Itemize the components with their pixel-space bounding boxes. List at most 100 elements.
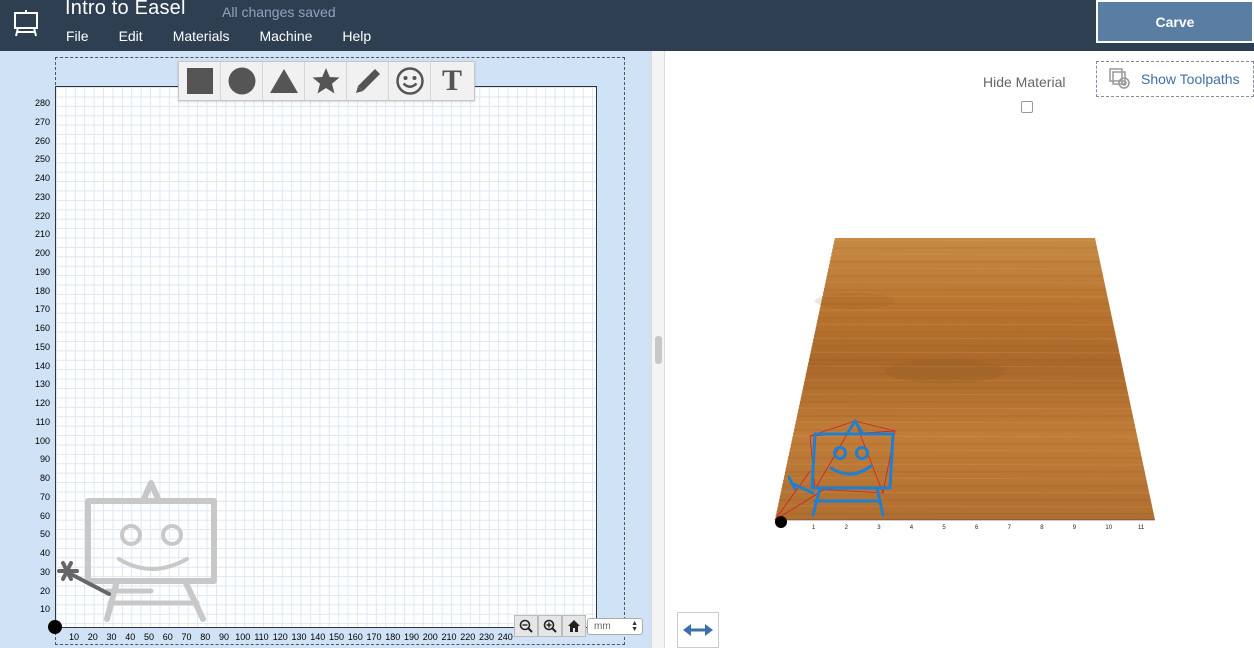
toolpaths-icon	[1109, 68, 1130, 89]
x-tick-label: 120	[272, 632, 288, 642]
y-tick-label: 100	[34, 435, 50, 446]
x-tick-label: 70	[181, 632, 192, 642]
preview-x-tick-label: 3	[877, 525, 881, 531]
zoom-out-button[interactable]	[514, 615, 538, 637]
x-tick-label: 60	[162, 632, 173, 642]
app-header: Intro to Easel All changes saved File Ed…	[0, 0, 1254, 51]
y-tick-label: 170	[34, 304, 50, 315]
y-tick-label: 120	[34, 398, 50, 408]
preview-x-tick-label: 1	[812, 525, 816, 531]
y-tick-label: 60	[39, 510, 50, 521]
pencil-tool-button[interactable]	[347, 62, 389, 100]
select-arrows-icon: ▲ ▼	[631, 620, 638, 633]
panel-splitter[interactable]	[651, 51, 665, 648]
x-tick-label: 30	[106, 632, 117, 642]
x-tick-label: 190	[403, 632, 420, 642]
x-tick-label: 20	[87, 632, 98, 642]
menu-materials[interactable]: Materials	[173, 28, 230, 44]
menu-file[interactable]: File	[66, 28, 89, 44]
x-tick-label: 220	[460, 632, 476, 642]
project-title[interactable]: Intro to Easel	[65, 0, 186, 20]
carve-button[interactable]: Carve	[1096, 0, 1254, 43]
y-tick-label: 190	[34, 266, 50, 277]
design-panel: 280 270 260 250 240 230 220 210 200 190 180 170 160 1…	[0, 51, 651, 648]
star-icon	[312, 68, 339, 94]
horizontal-arrows-icon	[683, 624, 713, 636]
y-tick-label: 10	[39, 604, 50, 615]
menu-help[interactable]: Help	[342, 28, 371, 44]
save-status: All changes saved	[222, 4, 336, 20]
home-view-button[interactable]	[562, 615, 586, 637]
preview-x-tick-label: 2	[845, 525, 849, 531]
3d-preview-viewport[interactable]: 1 2 3 4 5 6 7 8 9 10 11	[765, 231, 1165, 541]
star-tool-button[interactable]	[305, 62, 347, 100]
show-toolpaths-label: Show Toolpaths	[1141, 71, 1240, 87]
hide-material-checkbox[interactable]	[1021, 101, 1033, 113]
y-tick-label: 20	[39, 585, 50, 596]
y-tick-label: 220	[34, 210, 50, 221]
zoom-in-icon	[543, 619, 557, 633]
splitter-handle[interactable]	[655, 336, 662, 364]
hide-material-label: Hide Material	[983, 74, 1066, 90]
preview-panel: Hide Material Show Toolpaths 1 2 3 4 5 6…	[665, 51, 1254, 648]
x-tick-label: 90	[218, 632, 230, 642]
circle-tool-button[interactable]	[221, 62, 263, 100]
text-icon: T	[441, 64, 462, 97]
zoom-out-icon	[519, 619, 533, 633]
x-tick-label: 100	[235, 632, 251, 642]
y-tick-label: 110	[35, 416, 50, 427]
x-tick-label: 240	[497, 632, 513, 642]
x-tick-label: 150	[328, 632, 345, 642]
menu-bar: File Edit Materials Machine Help	[66, 28, 401, 44]
y-tick-label: 270	[34, 116, 50, 127]
x-tick-label: 180	[385, 632, 401, 642]
x-tick-label: 140	[310, 632, 326, 642]
menu-edit[interactable]: Edit	[119, 28, 143, 44]
y-tick-label: 250	[34, 154, 50, 165]
triangle-tool-button[interactable]	[263, 62, 305, 100]
zoom-controls	[514, 615, 586, 637]
x-tick-label: 130	[291, 632, 307, 642]
square-tool-button[interactable]	[179, 62, 221, 100]
easel-logo-icon[interactable]	[12, 9, 40, 37]
x-tick-label: 40	[125, 632, 136, 642]
square-icon	[186, 68, 213, 94]
triangle-icon	[269, 69, 298, 93]
circle-icon	[228, 67, 255, 95]
x-tick-label: 160	[347, 632, 363, 642]
preview-x-tick-label: 11	[1138, 525, 1145, 531]
y-axis-labels: 280 270 260 250 240 230 220 210 200 190 180 170 160 1…	[0, 98, 54, 642]
zoom-in-button[interactable]	[538, 615, 562, 637]
menu-machine[interactable]: Machine	[259, 28, 312, 44]
units-select[interactable]: mm ▲ ▼	[587, 618, 643, 635]
x-tick-label: 80	[200, 632, 211, 642]
preview-origin-marker	[775, 516, 787, 528]
y-tick-label: 200	[34, 248, 50, 258]
units-value: mm	[594, 621, 611, 632]
y-tick-label: 130	[34, 379, 50, 390]
y-tick-label: 210	[34, 229, 50, 240]
x-tick-label: 10	[68, 632, 80, 642]
preview-x-tick-label: 10	[1105, 525, 1112, 531]
x-tick-label: 210	[441, 632, 457, 642]
wood-material	[775, 238, 1155, 520]
y-tick-label: 240	[34, 173, 50, 183]
preview-x-tick-label: 9	[1073, 525, 1077, 531]
y-tick-label: 90	[39, 454, 50, 465]
y-tick-label: 260	[34, 135, 50, 146]
preview-x-tick-label: 4	[910, 525, 914, 531]
smiley-tool-button[interactable]	[389, 62, 431, 100]
y-tick-label: 50	[39, 529, 50, 540]
pan-toggle-button[interactable]	[677, 612, 719, 648]
preview-x-tick-label: 7	[1008, 525, 1012, 531]
smiley-icon	[395, 67, 424, 95]
x-tick-label: 170	[366, 632, 382, 642]
text-tool-button[interactable]: T	[431, 62, 473, 100]
show-toolpaths-button[interactable]: Show Toolpaths	[1096, 61, 1254, 97]
y-tick-label: 80	[39, 473, 50, 483]
y-tick-label: 180	[34, 285, 50, 296]
easel-mascot-drawing[interactable]	[55, 479, 225, 629]
y-tick-label: 280	[34, 98, 50, 108]
preview-x-axis-labels: 1 2 3 4 5 6 7 8 9 10 11	[812, 525, 1145, 531]
x-tick-label: 200	[422, 632, 438, 642]
